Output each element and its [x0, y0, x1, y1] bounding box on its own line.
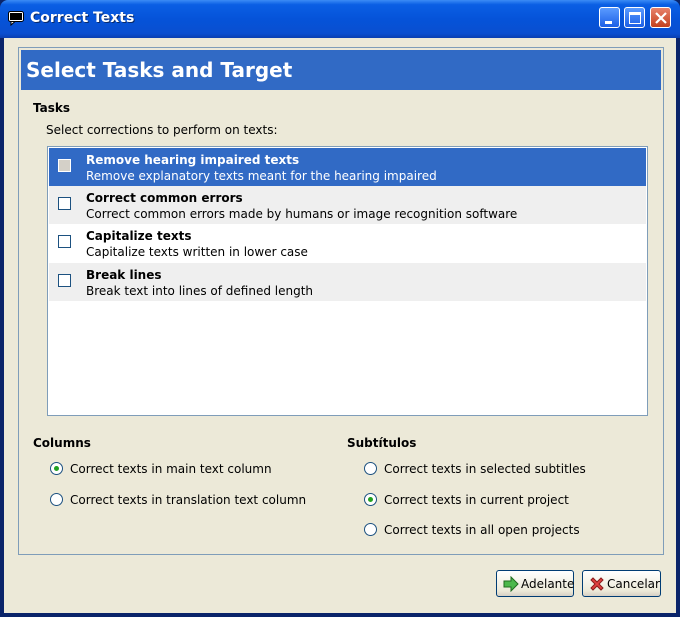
radio-label-selected-subtitles[interactable]: Correct texts in selected subtitles — [384, 462, 586, 476]
close-window-button[interactable] — [650, 7, 671, 28]
cancel-button[interactable]: Cancelar — [582, 570, 661, 597]
tasks-section-title: Tasks — [33, 101, 71, 115]
task-description: Break text into lines of defined length — [86, 284, 314, 298]
task-title: Break lines — [86, 268, 162, 282]
subtitles-section-title: Subtítulos — [347, 436, 417, 450]
task-checkbox[interactable] — [58, 274, 71, 287]
task-description: Capitalize texts written in lower case — [86, 245, 308, 259]
forward-button-label: Adelante — [521, 577, 575, 591]
dialog-window: Correct Texts Select Tasks and Target Ta… — [0, 0, 680, 617]
red-x-icon — [590, 577, 604, 591]
radio-label-current-project[interactable]: Correct texts in current project — [384, 493, 569, 507]
radio-current-project[interactable] — [364, 493, 377, 506]
radio-label-all-open-projects[interactable]: Correct texts in all open projects — [384, 523, 580, 537]
task-item-break-lines[interactable]: Break lines Break text into lines of def… — [49, 263, 646, 301]
cancel-button-label: Cancelar — [607, 577, 660, 591]
content-panel: Select Tasks and Target Tasks Select cor… — [18, 47, 664, 555]
task-title: Correct common errors — [86, 191, 243, 205]
task-title: Capitalize texts — [86, 229, 192, 243]
columns-section-title: Columns — [33, 436, 91, 450]
maximize-icon — [629, 12, 641, 24]
speech-bubble-icon — [8, 11, 24, 26]
radio-translation-text-column[interactable] — [50, 493, 63, 506]
forward-button[interactable]: Adelante — [496, 570, 574, 597]
task-description: Remove explanatory texts meant for the h… — [86, 169, 437, 183]
task-checkbox[interactable] — [58, 197, 71, 210]
page-title: Select Tasks and Target — [26, 58, 293, 82]
radio-label-translation-text-column[interactable]: Correct texts in translation text column — [70, 493, 306, 507]
task-checkbox[interactable] — [58, 235, 71, 248]
title-bar[interactable]: Correct Texts — [0, 0, 680, 38]
page-header: Select Tasks and Target — [21, 50, 661, 90]
radio-all-open-projects[interactable] — [364, 523, 377, 536]
close-icon — [655, 12, 667, 24]
task-item-correct-common-errors[interactable]: Correct common errors Correct common err… — [49, 186, 646, 224]
maximize-button[interactable] — [624, 7, 645, 28]
arrow-right-icon — [503, 576, 519, 592]
task-title: Remove hearing impaired texts — [86, 153, 300, 167]
task-description: Correct common errors made by humans or … — [86, 207, 518, 221]
minimize-button[interactable] — [599, 7, 620, 28]
task-checkbox[interactable] — [58, 159, 71, 172]
radio-main-text-column[interactable] — [50, 462, 63, 475]
window-title: Correct Texts — [30, 10, 135, 26]
dialog-client: Select Tasks and Target Tasks Select cor… — [4, 38, 676, 613]
radio-selected-subtitles[interactable] — [364, 462, 377, 475]
radio-label-main-text-column[interactable]: Correct texts in main text column — [70, 462, 272, 476]
task-item-capitalize-texts[interactable]: Capitalize texts Capitalize texts writte… — [49, 224, 646, 262]
minimize-icon — [605, 21, 612, 24]
tasks-hint: Select corrections to perform on texts: — [46, 123, 278, 137]
tasks-list[interactable]: Remove hearing impaired texts Remove exp… — [47, 146, 648, 416]
task-item-remove-hearing-impaired[interactable]: Remove hearing impaired texts Remove exp… — [49, 148, 646, 186]
